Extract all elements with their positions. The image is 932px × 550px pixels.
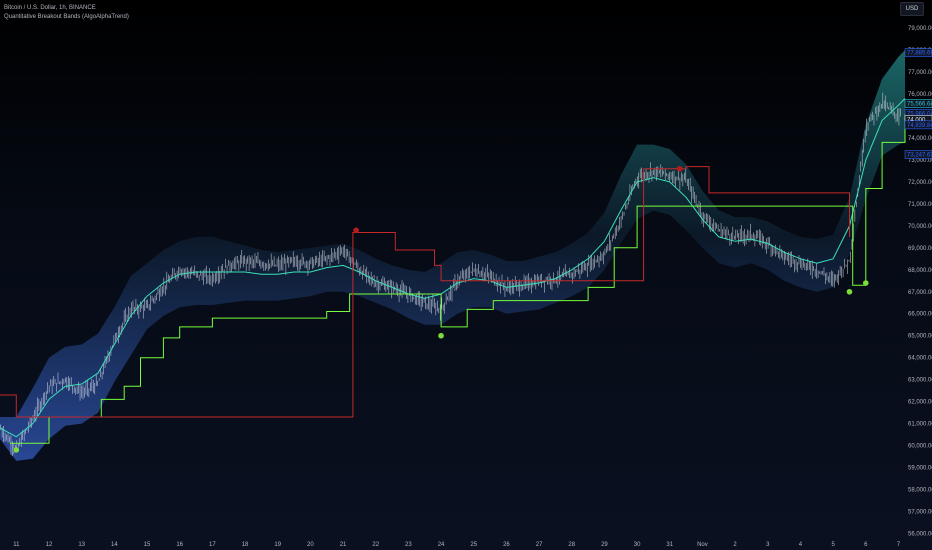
x-tick-label: 16 [176, 542, 183, 548]
chart-legend: Bitcoin / U.S. Dollar, 1h, BINANCE Quant… [4, 4, 129, 22]
x-tick-label: Nov [697, 542, 708, 548]
y-tick-label: 65,000.00 [908, 334, 932, 340]
x-tick-label: 15 [144, 542, 151, 548]
x-tick-label: 13 [78, 542, 85, 548]
y-tick-label: 76,000.00 [908, 92, 932, 98]
buy-signal-dot [438, 332, 444, 339]
x-tick-label: 26 [503, 542, 510, 548]
x-tick-label: 6 [864, 542, 868, 548]
y-tick-label: 67,000.00 [908, 290, 932, 296]
x-tick-label: 18 [242, 542, 249, 548]
chart-area[interactable]: 56,000.00 57,000.00 58,000.00 59,000.00 60,0… [0, 0, 932, 550]
price-tag: 75,566.64 [904, 99, 932, 108]
y-tick-label: 58,000.00 [908, 487, 932, 493]
x-tick-label: 30 [634, 542, 641, 548]
x-tick-label: 4 [799, 542, 803, 548]
price-tag-label: 74,839.84 [907, 123, 932, 129]
x-tick-label: 11 [13, 542, 20, 548]
y-tick-label: 66,000.00 [908, 312, 932, 318]
y-tick-label: 60,000.00 [908, 444, 932, 450]
x-tick-label: 14 [111, 542, 118, 548]
x-tick-label: 3 [766, 542, 770, 548]
price-tag: 77,885.69 [904, 48, 932, 57]
x-tick-label: 27 [536, 542, 543, 548]
x-tick-label: 19 [274, 542, 281, 548]
price-tag: 74,839.84 [904, 120, 932, 130]
currency-button[interactable]: USD [900, 2, 924, 16]
price-tag-label: 77,885.69 [907, 51, 932, 57]
buy-signal-dot [13, 447, 20, 453]
y-tick-label: 69,000.00 [908, 246, 932, 252]
y-tick-label: 72,000.00 [908, 180, 932, 186]
y-tick-label: 63,000.00 [908, 378, 932, 384]
price-chart[interactable]: 56,000.00 57,000.00 58,000.00 59,000.00 60,0… [0, 0, 932, 550]
x-tick-label: 22 [372, 542, 379, 548]
x-tick-label: 20 [307, 542, 314, 548]
price-tag: 73,247.63 [904, 150, 932, 159]
x-tick-label: 23 [405, 542, 412, 548]
y-tick-label: 79,000.00 [908, 26, 932, 32]
y-tick-label: 56,000.00 [908, 531, 932, 537]
y-tick-label: 71,000.00 [908, 202, 932, 208]
y-tick-label: 59,000.00 [908, 466, 932, 472]
sell-signal-dot [353, 227, 359, 234]
x-tick-label: 7 [897, 542, 901, 548]
y-tick-label: 64,000.00 [908, 356, 932, 362]
x-tick-label: 12 [46, 542, 53, 548]
x-tick-label: 29 [601, 542, 608, 548]
y-tick-label: 61,000.00 [908, 422, 932, 428]
x-tick-label: 25 [470, 542, 477, 548]
x-tick-label: 24 [438, 542, 445, 548]
price-tag-label: 73,247.63 [907, 153, 932, 159]
indicator-title[interactable]: Quantitative Breakout Bands (AlgoAlphaTr… [4, 13, 129, 22]
y-tick-label: 70,000.00 [908, 224, 932, 230]
sell-signal-dot [676, 165, 683, 172]
x-tick-label: 17 [209, 542, 216, 548]
symbol-title[interactable]: Bitcoin / U.S. Dollar, 1h, BINANCE [4, 4, 129, 13]
y-tick-label: 57,000.00 [908, 509, 932, 515]
y-tick-label: 77,000.00 [908, 70, 932, 76]
x-tick-label: 2 [733, 542, 737, 548]
buy-signal-dot [846, 288, 853, 295]
buy-signal-dot [862, 280, 869, 286]
x-tick-label: 28 [568, 542, 575, 548]
y-tick-label: 68,000.00 [908, 268, 932, 274]
x-tick-label: 31 [666, 542, 673, 548]
price-tag-label: 75,566.64 [907, 102, 932, 108]
y-tick-label: 73,000.00 [908, 158, 932, 164]
y-tick-label: 62,000.00 [908, 400, 932, 406]
y-tick-label: 74,000.00 [908, 136, 932, 142]
x-tick-label: 21 [340, 542, 347, 548]
volatility-band [0, 50, 905, 461]
x-tick-label: 5 [831, 542, 835, 548]
